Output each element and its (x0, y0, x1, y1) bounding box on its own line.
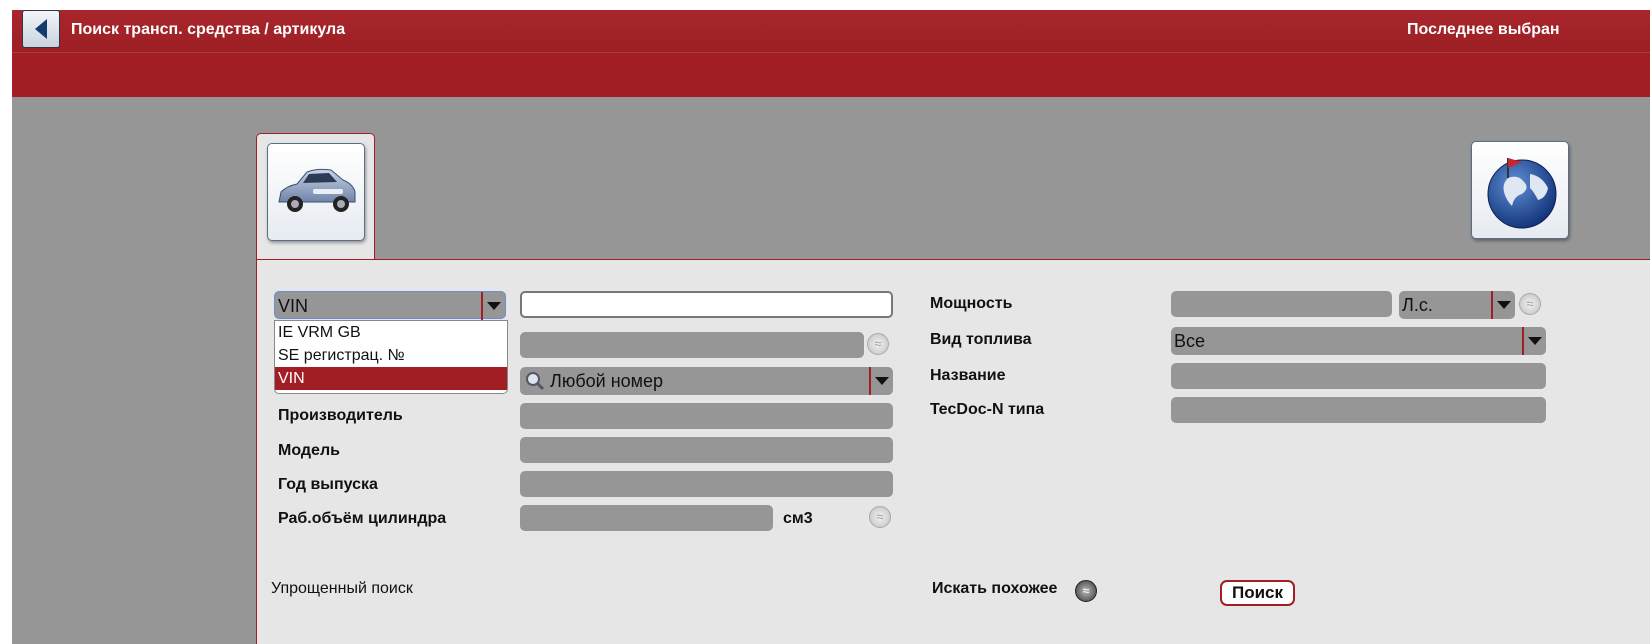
search-similar-icon[interactable]: ≈ (1075, 580, 1097, 602)
tab-vehicle-search[interactable] (256, 133, 375, 263)
search-icon (526, 372, 545, 391)
vin-input[interactable] (520, 291, 893, 318)
reset-icon[interactable]: ≈ (869, 506, 891, 528)
app-window: Поиск трансп. средства / артикула Послед… (12, 10, 1650, 644)
fuel-type-value: Все (1174, 331, 1206, 351)
displacement-label: Раб.объём цилиндра (278, 510, 447, 527)
header-bar: Поиск трансп. средства / артикула Послед… (12, 10, 1650, 52)
reset-icon[interactable]: ≈ (867, 333, 889, 355)
power-unit-select[interactable]: Л.с. (1399, 291, 1515, 319)
chevron-down-icon (1522, 327, 1546, 355)
year-field[interactable] (520, 471, 893, 497)
manufacturer-label: Производитель (278, 407, 403, 424)
search-type-value: VIN (278, 296, 309, 316)
tecdoc-label: TecDoc-N типа (930, 401, 1045, 418)
search-button[interactable]: Поиск (1220, 580, 1295, 606)
back-arrow-icon (35, 19, 47, 39)
manufacturer-field[interactable] (520, 403, 893, 429)
tecdoc-field[interactable] (1171, 397, 1546, 423)
model-field[interactable] (520, 437, 893, 463)
reset-icon[interactable]: ≈ (1519, 293, 1541, 315)
dropdown-option[interactable]: SE регистрац. № (275, 344, 507, 367)
number-filter-value: Любой номер (550, 371, 664, 391)
dropdown-option-selected[interactable]: VIN (275, 367, 507, 390)
car-tab-button[interactable] (267, 143, 365, 241)
model-label: Модель (278, 442, 340, 459)
registration-field[interactable] (520, 332, 864, 358)
name-label: Название (930, 367, 1006, 384)
simple-search-link[interactable]: Упрощенный поиск (271, 580, 413, 598)
search-type-select[interactable]: VIN (274, 291, 506, 320)
globe-button[interactable] (1471, 141, 1569, 239)
recent-selection-link[interactable]: Последнее выбран (1407, 21, 1560, 39)
search-similar-label: Искать похожее (932, 580, 1058, 597)
chevron-down-icon (869, 367, 893, 395)
fuel-type-select[interactable]: Все (1171, 327, 1546, 355)
displacement-unit: см3 (783, 510, 813, 527)
fuel-label: Вид топлива (930, 331, 1032, 348)
search-type-dropdown: IE VRM GB SE регистрац. № VIN (274, 320, 508, 394)
power-label: Мощность (930, 295, 1013, 312)
subheader-bar (12, 52, 1650, 97)
displacement-field[interactable] (520, 505, 773, 531)
car-icon (278, 168, 356, 212)
number-filter-select[interactable]: Любой номер (520, 367, 893, 395)
chevron-down-icon (481, 292, 505, 320)
globe-icon (1487, 158, 1557, 229)
year-label: Год выпуска (278, 476, 378, 493)
name-field[interactable] (1171, 363, 1546, 389)
dropdown-option[interactable]: IE VRM GB (275, 321, 507, 344)
page-title: Поиск трансп. средства / артикула (71, 21, 346, 38)
power-unit-value: Л.с. (1402, 295, 1433, 315)
power-field[interactable] (1171, 291, 1392, 317)
chevron-down-icon (1491, 291, 1515, 319)
back-button[interactable] (22, 10, 60, 48)
